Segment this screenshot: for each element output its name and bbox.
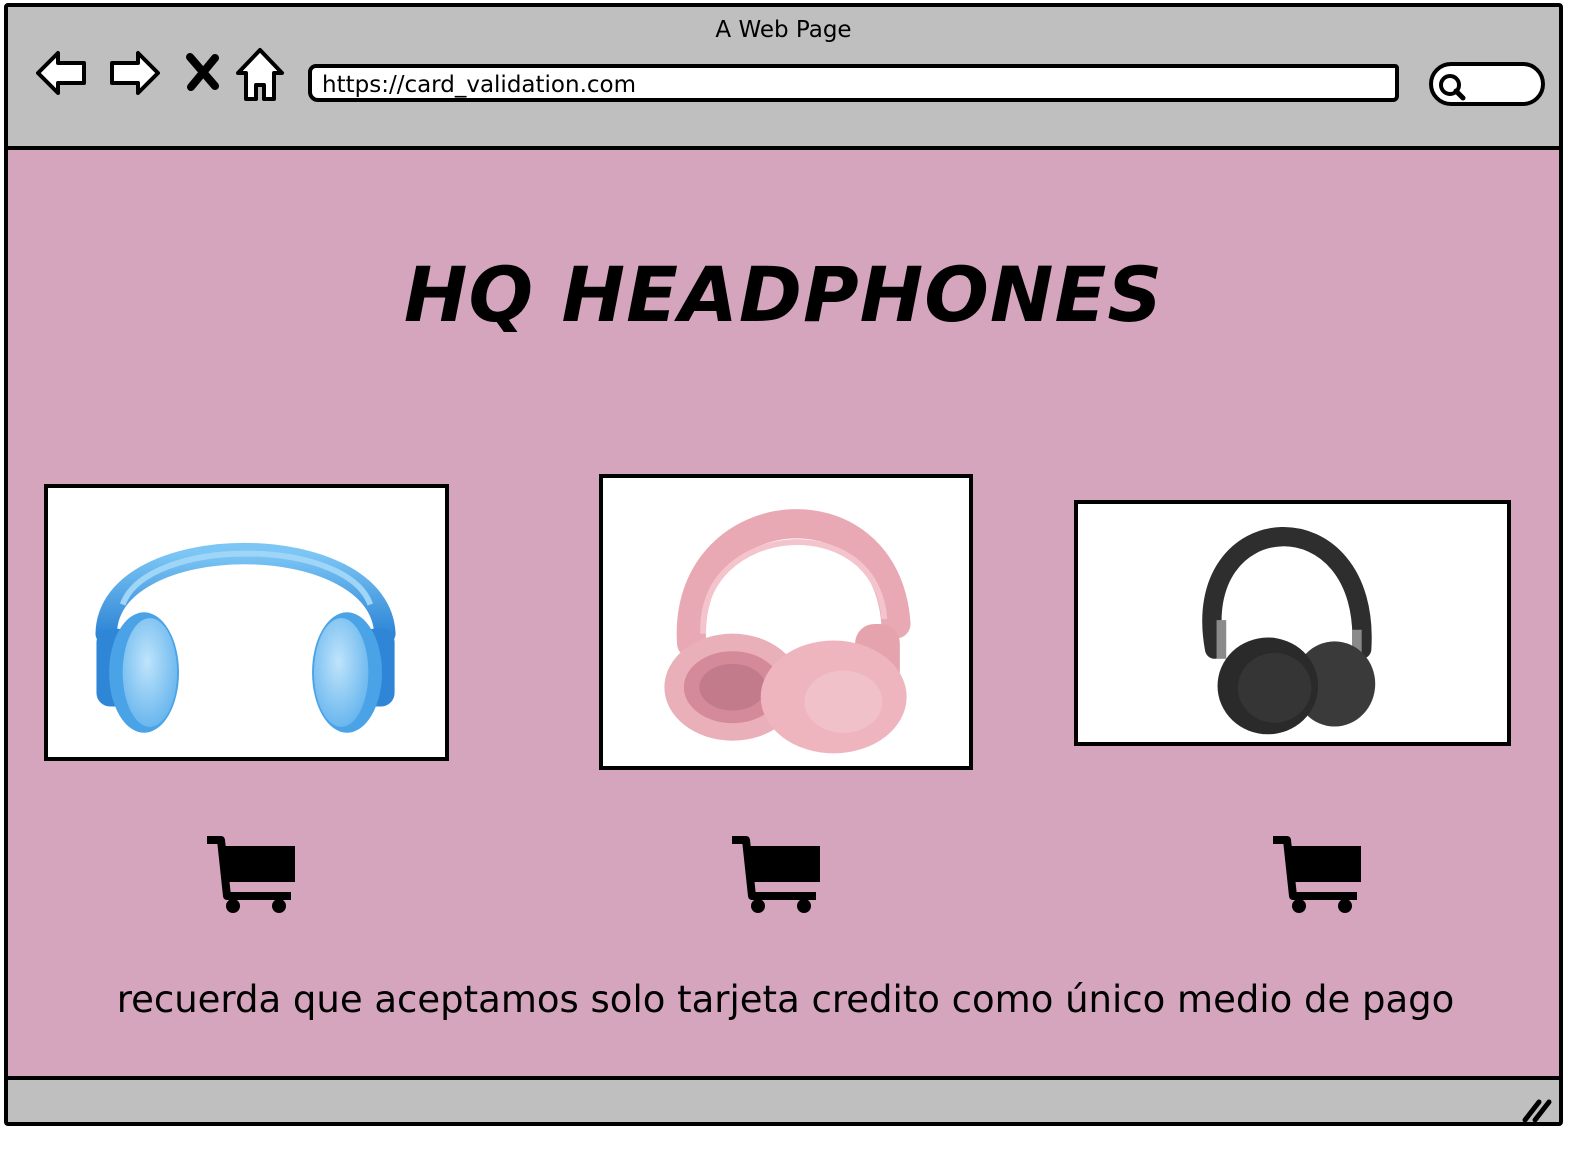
black-headphones-image	[1202, 527, 1376, 735]
address-bar[interactable]: https://card_validation.com	[308, 64, 1399, 102]
blue-headphones-image	[95, 543, 396, 733]
page-title: HQ HEADPHONES	[403, 250, 1164, 339]
product-image-blue[interactable]	[44, 484, 449, 761]
pink-headphones-image	[664, 509, 911, 754]
product-image-pink[interactable]	[599, 474, 973, 770]
resize-icon[interactable]	[1521, 1096, 1553, 1122]
cart-icon[interactable]	[1271, 834, 1363, 914]
search-icon	[1439, 74, 1466, 101]
page-content: HQ HEADPHONES recuerda que aceptamos sol…	[8, 146, 1559, 1080]
payment-note: recuerda que aceptamos solo tarjeta cred…	[116, 978, 1455, 1021]
search-box[interactable]	[1429, 62, 1545, 106]
home-icon[interactable]	[234, 45, 286, 103]
cart-icon[interactable]	[205, 834, 297, 914]
product-image-black[interactable]	[1074, 500, 1511, 746]
close-icon[interactable]	[185, 52, 221, 92]
window-title: A Web Page	[715, 17, 852, 43]
browser-window: A Web Page https://card_validation.com H	[4, 3, 1563, 1126]
forward-icon[interactable]	[106, 45, 162, 101]
back-icon[interactable]	[34, 45, 90, 101]
url-text: https://card_validation.com	[322, 72, 637, 98]
cart-icon[interactable]	[730, 834, 822, 914]
status-bar	[8, 1080, 1559, 1122]
browser-toolbar: A Web Page https://card_validation.com	[8, 7, 1559, 146]
